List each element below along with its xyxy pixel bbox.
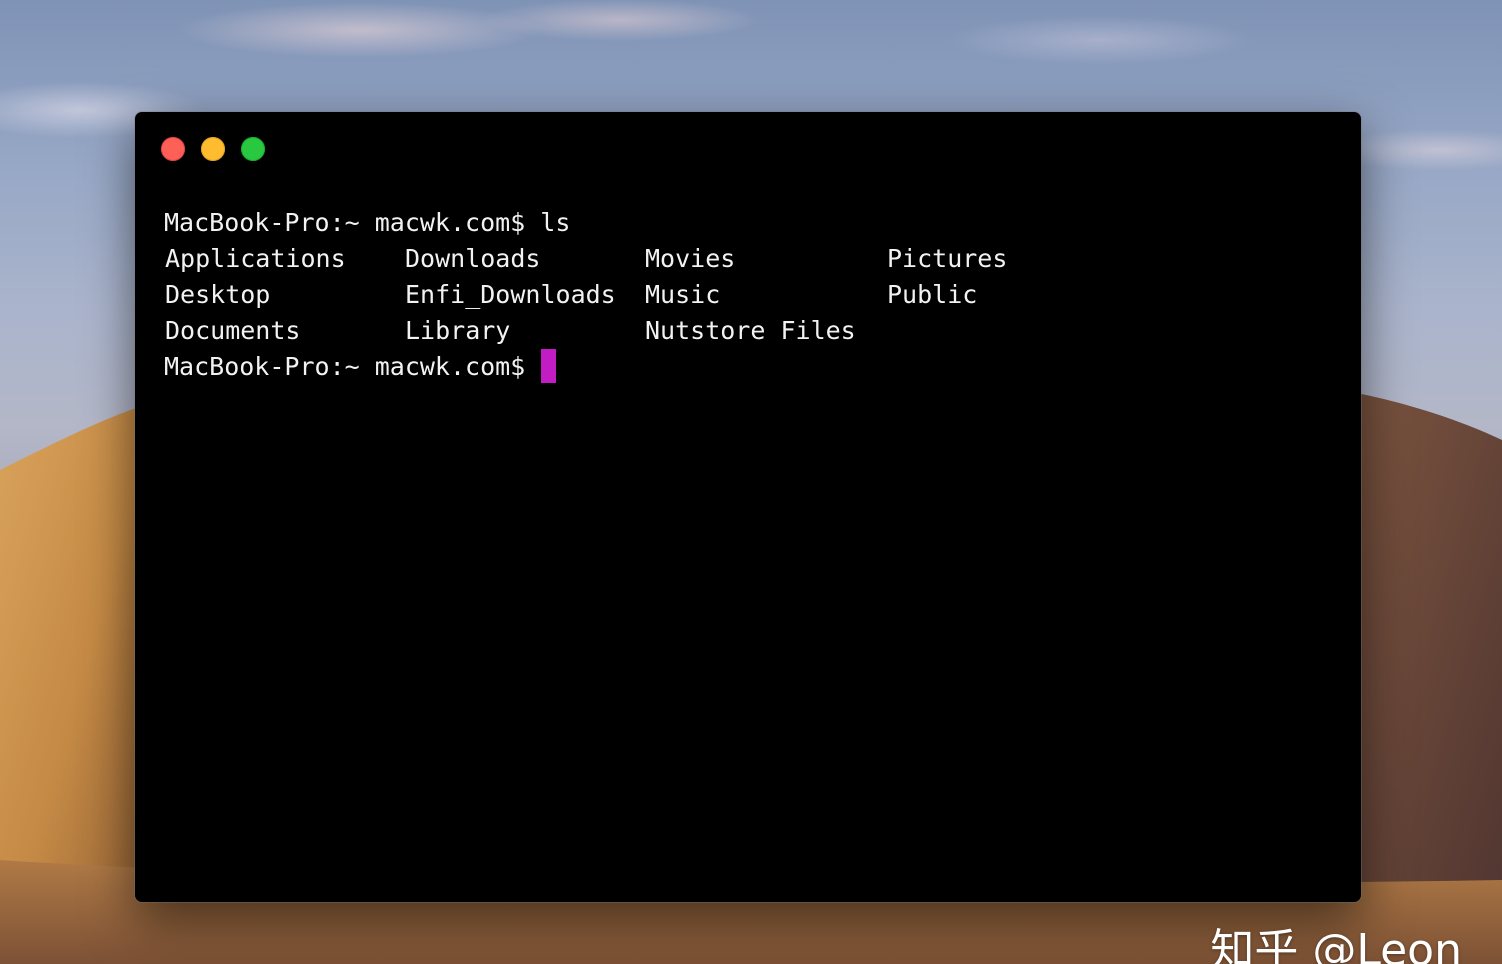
list-item <box>886 313 1086 349</box>
list-item: Desktop <box>165 280 271 309</box>
ls-listing: Applications Downloads Movies Pictures D… <box>164 241 1086 349</box>
prompt: MacBook-Pro:~ macwk.com$ <box>164 352 526 381</box>
terminal-output[interactable]: MacBook-Pro:~ macwk.com$ ls Applications… <box>164 205 1086 385</box>
window-controls <box>161 137 265 161</box>
list-item: Library <box>405 316 511 345</box>
list-item: Nutstore Files <box>645 316 856 345</box>
prompt: MacBook-Pro:~ macwk.com$ <box>164 208 526 237</box>
list-item: Enfi_Downloads <box>405 280 616 309</box>
close-button[interactable] <box>161 137 185 161</box>
list-item: Pictures <box>887 244 1008 273</box>
list-item: Applications <box>165 244 346 273</box>
command-text: ls <box>540 208 571 237</box>
zoom-button[interactable] <box>241 137 265 161</box>
terminal-window[interactable]: MacBook-Pro:~ macwk.com$ ls Applications… <box>135 112 1361 902</box>
command-line: MacBook-Pro:~ macwk.com$ ls <box>164 205 1086 241</box>
text-cursor <box>541 349 557 383</box>
list-item: Documents <box>165 316 301 345</box>
list-item: Movies <box>645 244 736 273</box>
list-item: Music <box>645 280 721 309</box>
list-item: Downloads <box>405 244 541 273</box>
active-prompt-line[interactable]: MacBook-Pro:~ macwk.com$ <box>164 349 1086 385</box>
minimize-button[interactable] <box>201 137 225 161</box>
list-item: Public <box>887 280 978 309</box>
watermark: 知乎 @Leon <box>1210 925 1462 964</box>
